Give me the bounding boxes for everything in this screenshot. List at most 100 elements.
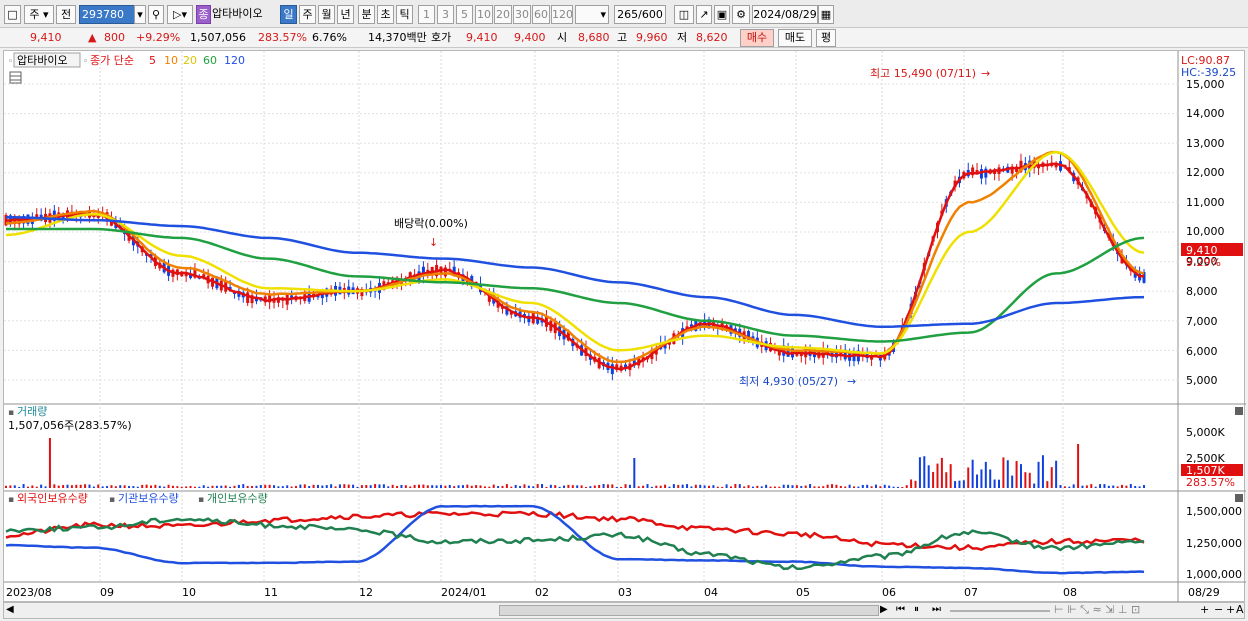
candle-body bbox=[610, 364, 614, 375]
interval-10[interactable]: 10 bbox=[475, 5, 493, 24]
volume-bar bbox=[773, 486, 776, 488]
text-tool-icon[interactable]: A bbox=[1236, 603, 1244, 616]
stock-code-input[interactable]: 293780 bbox=[79, 5, 135, 24]
volume-bar bbox=[668, 486, 671, 488]
interval-1[interactable]: 1 bbox=[418, 5, 435, 24]
stock-badge: 종 bbox=[196, 5, 211, 24]
zoom-in-icon[interactable]: + bbox=[1200, 603, 1209, 616]
x-tick: 05 bbox=[796, 586, 810, 599]
candle-body bbox=[979, 169, 983, 179]
period-day[interactable]: 일 bbox=[280, 5, 297, 24]
last-page-icon[interactable]: ⏭ bbox=[932, 604, 941, 615]
save-icon[interactable]: ▣ bbox=[714, 5, 730, 24]
gear-icon[interactable]: ⚙ bbox=[732, 5, 750, 24]
interval-20[interactable]: 20 bbox=[494, 5, 512, 24]
volume-bar bbox=[259, 485, 262, 488]
volume-bar bbox=[1112, 485, 1115, 488]
add-icon[interactable]: + bbox=[1226, 603, 1235, 616]
volume-bar bbox=[470, 485, 473, 488]
x-tick: 02 bbox=[535, 586, 549, 599]
volume-bar bbox=[483, 486, 486, 488]
eval-button[interactable]: 평 bbox=[816, 29, 836, 47]
period-tick[interactable]: 틱 bbox=[396, 5, 413, 24]
volume-bar bbox=[655, 485, 658, 488]
sound-icon[interactable]: ▷▾ bbox=[167, 5, 193, 24]
volume-bar bbox=[541, 484, 544, 488]
volume-bar bbox=[703, 485, 706, 488]
volume-bar bbox=[149, 485, 152, 488]
volume-bar bbox=[229, 486, 232, 488]
chart-area[interactable]: ◦ 압타바이오 ◦ 종가 단순 5 10 20 60 120 LC:90.87 … bbox=[3, 50, 1246, 603]
volume-bar bbox=[281, 486, 284, 488]
foreign-label: 외국인보유수량 bbox=[17, 492, 88, 505]
zoom-slider-track[interactable] bbox=[950, 610, 1050, 612]
first-page-icon[interactable]: ⏮ bbox=[896, 604, 905, 615]
volume-bar bbox=[75, 484, 78, 488]
layout-icon[interactable]: □ bbox=[4, 5, 21, 24]
chart-scrollbar[interactable]: ◀ ▶ ⏮ ⏸ ⏭ ⊢ ⊩ ⤡ ≈ ⇲ ⊥ ⊡ + − + A bbox=[3, 602, 1245, 619]
ma5-label: 5 bbox=[149, 54, 156, 67]
scroll-left-icon[interactable]: ◀ bbox=[6, 604, 14, 615]
drawing-tools-icon[interactable]: ⊢ ⊩ ⤡ ≈ ⇲ ⊥ ⊡ bbox=[1054, 603, 1140, 617]
interval-5[interactable]: 5 bbox=[456, 5, 473, 24]
period-second[interactable]: 초 bbox=[377, 5, 394, 24]
volume-bar bbox=[22, 484, 25, 488]
table-icon[interactable] bbox=[9, 71, 22, 84]
candle-icon[interactable]: ◫ bbox=[674, 5, 694, 24]
volume-bar bbox=[954, 481, 957, 488]
volume-bar bbox=[356, 486, 359, 488]
interval-120[interactable]: 120 bbox=[551, 5, 573, 24]
volume-bar bbox=[800, 486, 803, 488]
code-dropdown-icon[interactable]: ▾ bbox=[134, 5, 146, 24]
volume-bar bbox=[110, 485, 113, 488]
volume-bar bbox=[347, 484, 350, 488]
buy-button[interactable]: 매수 bbox=[740, 29, 774, 47]
volume-bar bbox=[57, 485, 60, 488]
interval-3[interactable]: 3 bbox=[437, 5, 454, 24]
y-tick: 15,000 bbox=[1186, 78, 1225, 91]
volume-bar bbox=[971, 459, 974, 488]
volume-bar bbox=[1099, 484, 1102, 488]
range-field[interactable]: 265/600 bbox=[614, 5, 666, 24]
period-month[interactable]: 월 bbox=[318, 5, 335, 24]
search-icon[interactable]: ⚲ bbox=[148, 5, 164, 24]
interval-30[interactable]: 30 bbox=[513, 5, 531, 24]
volume-bar bbox=[207, 486, 210, 488]
trend-line-icon[interactable]: ↗ bbox=[696, 5, 712, 24]
period-minute[interactable]: 분 bbox=[358, 5, 375, 24]
period-week[interactable]: 주 bbox=[299, 5, 316, 24]
institution-label: 기관보유수량 bbox=[118, 492, 179, 505]
compare-button[interactable]: 전 bbox=[56, 5, 76, 24]
interval-custom-select[interactable]: ▾ bbox=[575, 5, 609, 24]
volume-bar bbox=[642, 485, 645, 488]
volume-bar bbox=[677, 484, 680, 488]
interval-60[interactable]: 60 bbox=[532, 5, 550, 24]
zoom-out-icon[interactable]: − bbox=[1214, 603, 1223, 616]
volume-bar bbox=[848, 484, 851, 488]
volume-bar bbox=[699, 484, 702, 488]
volume-bar bbox=[923, 456, 926, 488]
volume-bar bbox=[633, 458, 636, 488]
market-select[interactable]: 주 ▾ bbox=[24, 5, 54, 24]
calendar-icon[interactable]: ▦ bbox=[818, 5, 834, 24]
price-chart[interactable]: ◦ 압타바이오 ◦ 종가 단순 5 10 20 60 120 LC:90.87 … bbox=[4, 51, 1246, 603]
scroll-thumb[interactable] bbox=[499, 605, 879, 616]
close-holdings-panel-icon[interactable] bbox=[1235, 494, 1243, 502]
volume-bar bbox=[536, 484, 539, 488]
volume-bar bbox=[409, 486, 412, 488]
date-input[interactable]: 2024/08/29 bbox=[752, 5, 818, 24]
volume-bar bbox=[510, 486, 513, 488]
volume-bar bbox=[119, 485, 122, 488]
volume-bar bbox=[576, 485, 579, 488]
pause-icon[interactable]: ⏸ bbox=[914, 604, 919, 615]
scroll-right-icon[interactable]: ▶ bbox=[880, 604, 888, 615]
volume-bar bbox=[967, 467, 970, 488]
volume-bar bbox=[1077, 444, 1080, 488]
volume-bar bbox=[870, 486, 873, 488]
volume-bar bbox=[598, 484, 601, 488]
period-year[interactable]: 년 bbox=[337, 5, 354, 24]
sell-button[interactable]: 매도 bbox=[778, 29, 812, 47]
close-volume-panel-icon[interactable] bbox=[1235, 407, 1243, 415]
price-y-ticks: 15,000 14,000 13,000 12,000 11,000 10,00… bbox=[1186, 78, 1225, 387]
volume-bar bbox=[914, 480, 917, 488]
